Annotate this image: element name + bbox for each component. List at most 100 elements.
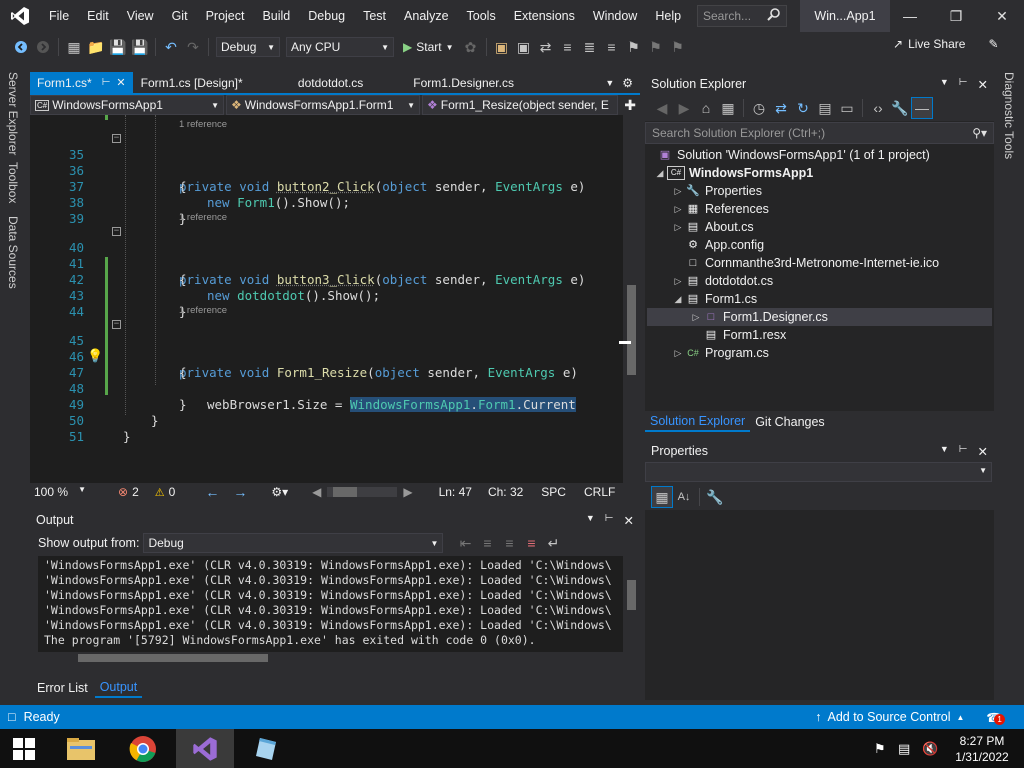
tree-app-config[interactable]: ⚙ App.config — [685, 236, 764, 254]
tree-about-cs[interactable]: ▷ ▤ About.cs — [671, 218, 754, 236]
taskbar-visual-studio[interactable] — [176, 729, 234, 768]
collapsed-arrow-icon[interactable]: ▷ — [671, 200, 685, 218]
back-icon[interactable] — [10, 36, 32, 58]
minimize-button[interactable]: — — [890, 0, 930, 32]
properties-object-select[interactable]: ▼ — [645, 462, 992, 482]
flag-icon[interactable]: ⚑ — [874, 741, 886, 757]
find-message-icon[interactable]: ⇤ — [454, 532, 476, 554]
add-to-source-control-button[interactable]: ↑ Add to Source Control ▲ — [815, 710, 964, 724]
property-pages-icon[interactable]: 🔧 — [704, 486, 726, 508]
tab-form1-design[interactable]: Form1.cs [Design]* — [133, 72, 273, 93]
network-icon[interactable]: ▤ — [898, 741, 910, 757]
search-input[interactable]: Search... — [697, 5, 787, 27]
tree-solution[interactable]: ▣ Solution 'WindowsFormsApp1' (1 of 1 pr… — [657, 146, 930, 164]
tree-references[interactable]: ▷ ▦ References — [671, 200, 769, 218]
clear-all-icon[interactable]: ≡ — [520, 532, 542, 554]
maximize-button[interactable]: ❐ — [936, 0, 976, 32]
collapsed-arrow-icon[interactable]: ▷ — [671, 272, 685, 290]
taskbar-notepad[interactable] — [238, 729, 296, 768]
volume-muted-icon[interactable]: 🔇 — [922, 741, 938, 757]
navigate-forward-icon[interactable]: → — [233, 484, 247, 500]
menu-debug[interactable]: Debug — [299, 0, 354, 32]
platform-select[interactable]: Any CPU ▼ — [286, 37, 394, 57]
error-count[interactable]: ⊗ 2 — [118, 485, 139, 499]
tab-dotdotdot-cs[interactable]: dotdotdot.cs — [273, 72, 389, 93]
pin-icon[interactable]: ⊢ — [959, 444, 968, 459]
editor-horizontal-scrollbar[interactable] — [327, 487, 398, 497]
toolbox-tab[interactable]: Toolbox — [6, 162, 20, 203]
properties-grid[interactable] — [645, 510, 994, 700]
chevron-down-icon[interactable]: ▼ — [586, 513, 595, 528]
save-all-icon[interactable]: 💾 — [129, 36, 151, 58]
menu-extensions[interactable]: Extensions — [505, 0, 584, 32]
windows-start-button[interactable] — [0, 729, 48, 768]
save-icon[interactable]: 💾 — [107, 36, 129, 58]
output-vertical-scrollbar[interactable] — [623, 556, 640, 664]
class-select[interactable]: ❖ WindowsFormsApp1.Form1 ▼ — [226, 95, 420, 115]
scrollbar-thumb[interactable] — [627, 285, 636, 375]
window-title[interactable]: Win...App1 — [800, 0, 890, 32]
scroll-right-icon[interactable]: ▶ — [403, 485, 412, 499]
indent-icon[interactable]: ≣ — [579, 36, 601, 58]
menu-tools[interactable]: Tools — [458, 0, 505, 32]
next-message-icon[interactable]: ≡ — [498, 532, 520, 554]
close-icon[interactable]: ✕ — [116, 76, 125, 89]
menu-edit[interactable]: Edit — [78, 0, 118, 32]
refresh-icon[interactable]: ↻ — [792, 97, 814, 119]
properties-wrench-icon[interactable]: 🔧 — [889, 97, 911, 119]
expanded-arrow-icon[interactable]: ◢ — [671, 290, 685, 308]
start-button[interactable]: ▶ Start ▼ — [397, 40, 460, 54]
collapsed-arrow-icon[interactable]: ▷ — [671, 182, 685, 200]
menu-test[interactable]: Test — [354, 0, 395, 32]
tree-form1-resx[interactable]: ▤ Form1.resx — [703, 326, 786, 344]
solution-explorer-search[interactable]: Search Solution Explorer (Ctrl+;) ⚲▾ — [645, 122, 994, 144]
redo-icon[interactable]: ↷ — [182, 36, 204, 58]
prev-message-icon[interactable]: ≡ — [476, 532, 498, 554]
data-sources-tab[interactable]: Data Sources — [6, 216, 20, 289]
collapsed-arrow-icon[interactable]: ▷ — [671, 218, 685, 236]
feedback-icon[interactable]: ✎ — [988, 37, 998, 51]
show-all-files-icon[interactable]: ▭ — [836, 97, 858, 119]
notifications-button[interactable]: ☎ 1 — [986, 710, 1005, 725]
codelens-references[interactable]: 1 reference — [179, 305, 227, 316]
collapsed-arrow-icon[interactable]: ▷ — [689, 308, 703, 326]
browser-link-icon[interactable]: ▣ — [513, 36, 535, 58]
close-icon[interactable]: ✕ — [978, 77, 988, 92]
editor-vertical-scrollbar[interactable] — [619, 115, 640, 483]
close-icon[interactable]: ✕ — [624, 513, 634, 528]
find-in-files-icon[interactable]: ▣ — [491, 36, 513, 58]
hot-reload-icon[interactable]: ✿ — [460, 36, 482, 58]
codelens-references[interactable]: 1 reference — [179, 119, 227, 130]
collapse-all-icon[interactable]: ▤ — [814, 97, 836, 119]
visual-studio-logo-icon[interactable] — [0, 0, 40, 32]
taskbar-clock[interactable]: 8:27 PM 1/31/2022 — [944, 733, 1020, 765]
code-editor[interactable]: 1 reference 35 − private void button2_Cl… — [30, 115, 623, 483]
menu-view[interactable]: View — [118, 0, 163, 32]
server-explorer-tab[interactable]: Server Explorer — [6, 72, 20, 155]
tree-dotdotdot-cs[interactable]: ▷ ▤ dotdotdot.cs — [671, 272, 774, 290]
tab-git-changes[interactable]: Git Changes — [750, 415, 829, 429]
tab-form1-cs[interactable]: Form1.cs* ⊢ ✕ — [30, 72, 133, 93]
prev-bookmark-icon[interactable]: ⚑ — [645, 36, 667, 58]
codelens-references[interactable]: 1 reference — [179, 212, 227, 223]
bookmark-icon[interactable]: ⚑ — [623, 36, 645, 58]
lightbulb-icon[interactable]: 💡 — [87, 349, 103, 365]
spacing-indicator[interactable]: SPC — [541, 485, 566, 499]
back-icon[interactable]: ◀ — [651, 97, 673, 119]
collapsed-arrow-icon[interactable]: ▷ — [671, 344, 685, 362]
undo-icon[interactable]: ↶ — [160, 36, 182, 58]
close-icon[interactable]: ✕ — [978, 444, 988, 459]
gear-icon[interactable]: ⚙ — [622, 76, 633, 90]
view-code-icon[interactable]: ‹› — [867, 97, 889, 119]
new-project-icon[interactable]: ▦ — [63, 36, 85, 58]
taskbar-file-explorer[interactable] — [52, 729, 110, 768]
collapse-icon[interactable]: − — [112, 227, 121, 236]
outdent-icon[interactable]: ≡ — [601, 36, 623, 58]
warning-count[interactable]: ⚠ 0 — [155, 485, 176, 499]
tab-error-list[interactable]: Error List — [30, 681, 95, 695]
pending-changes-icon[interactable]: ◷ — [748, 97, 770, 119]
alphabetical-icon[interactable]: A↓ — [673, 486, 695, 508]
split-editor-icon[interactable]: ✚ — [624, 97, 636, 114]
forward-icon[interactable]: ▶ — [673, 97, 695, 119]
taskbar-chrome[interactable] — [114, 729, 172, 768]
